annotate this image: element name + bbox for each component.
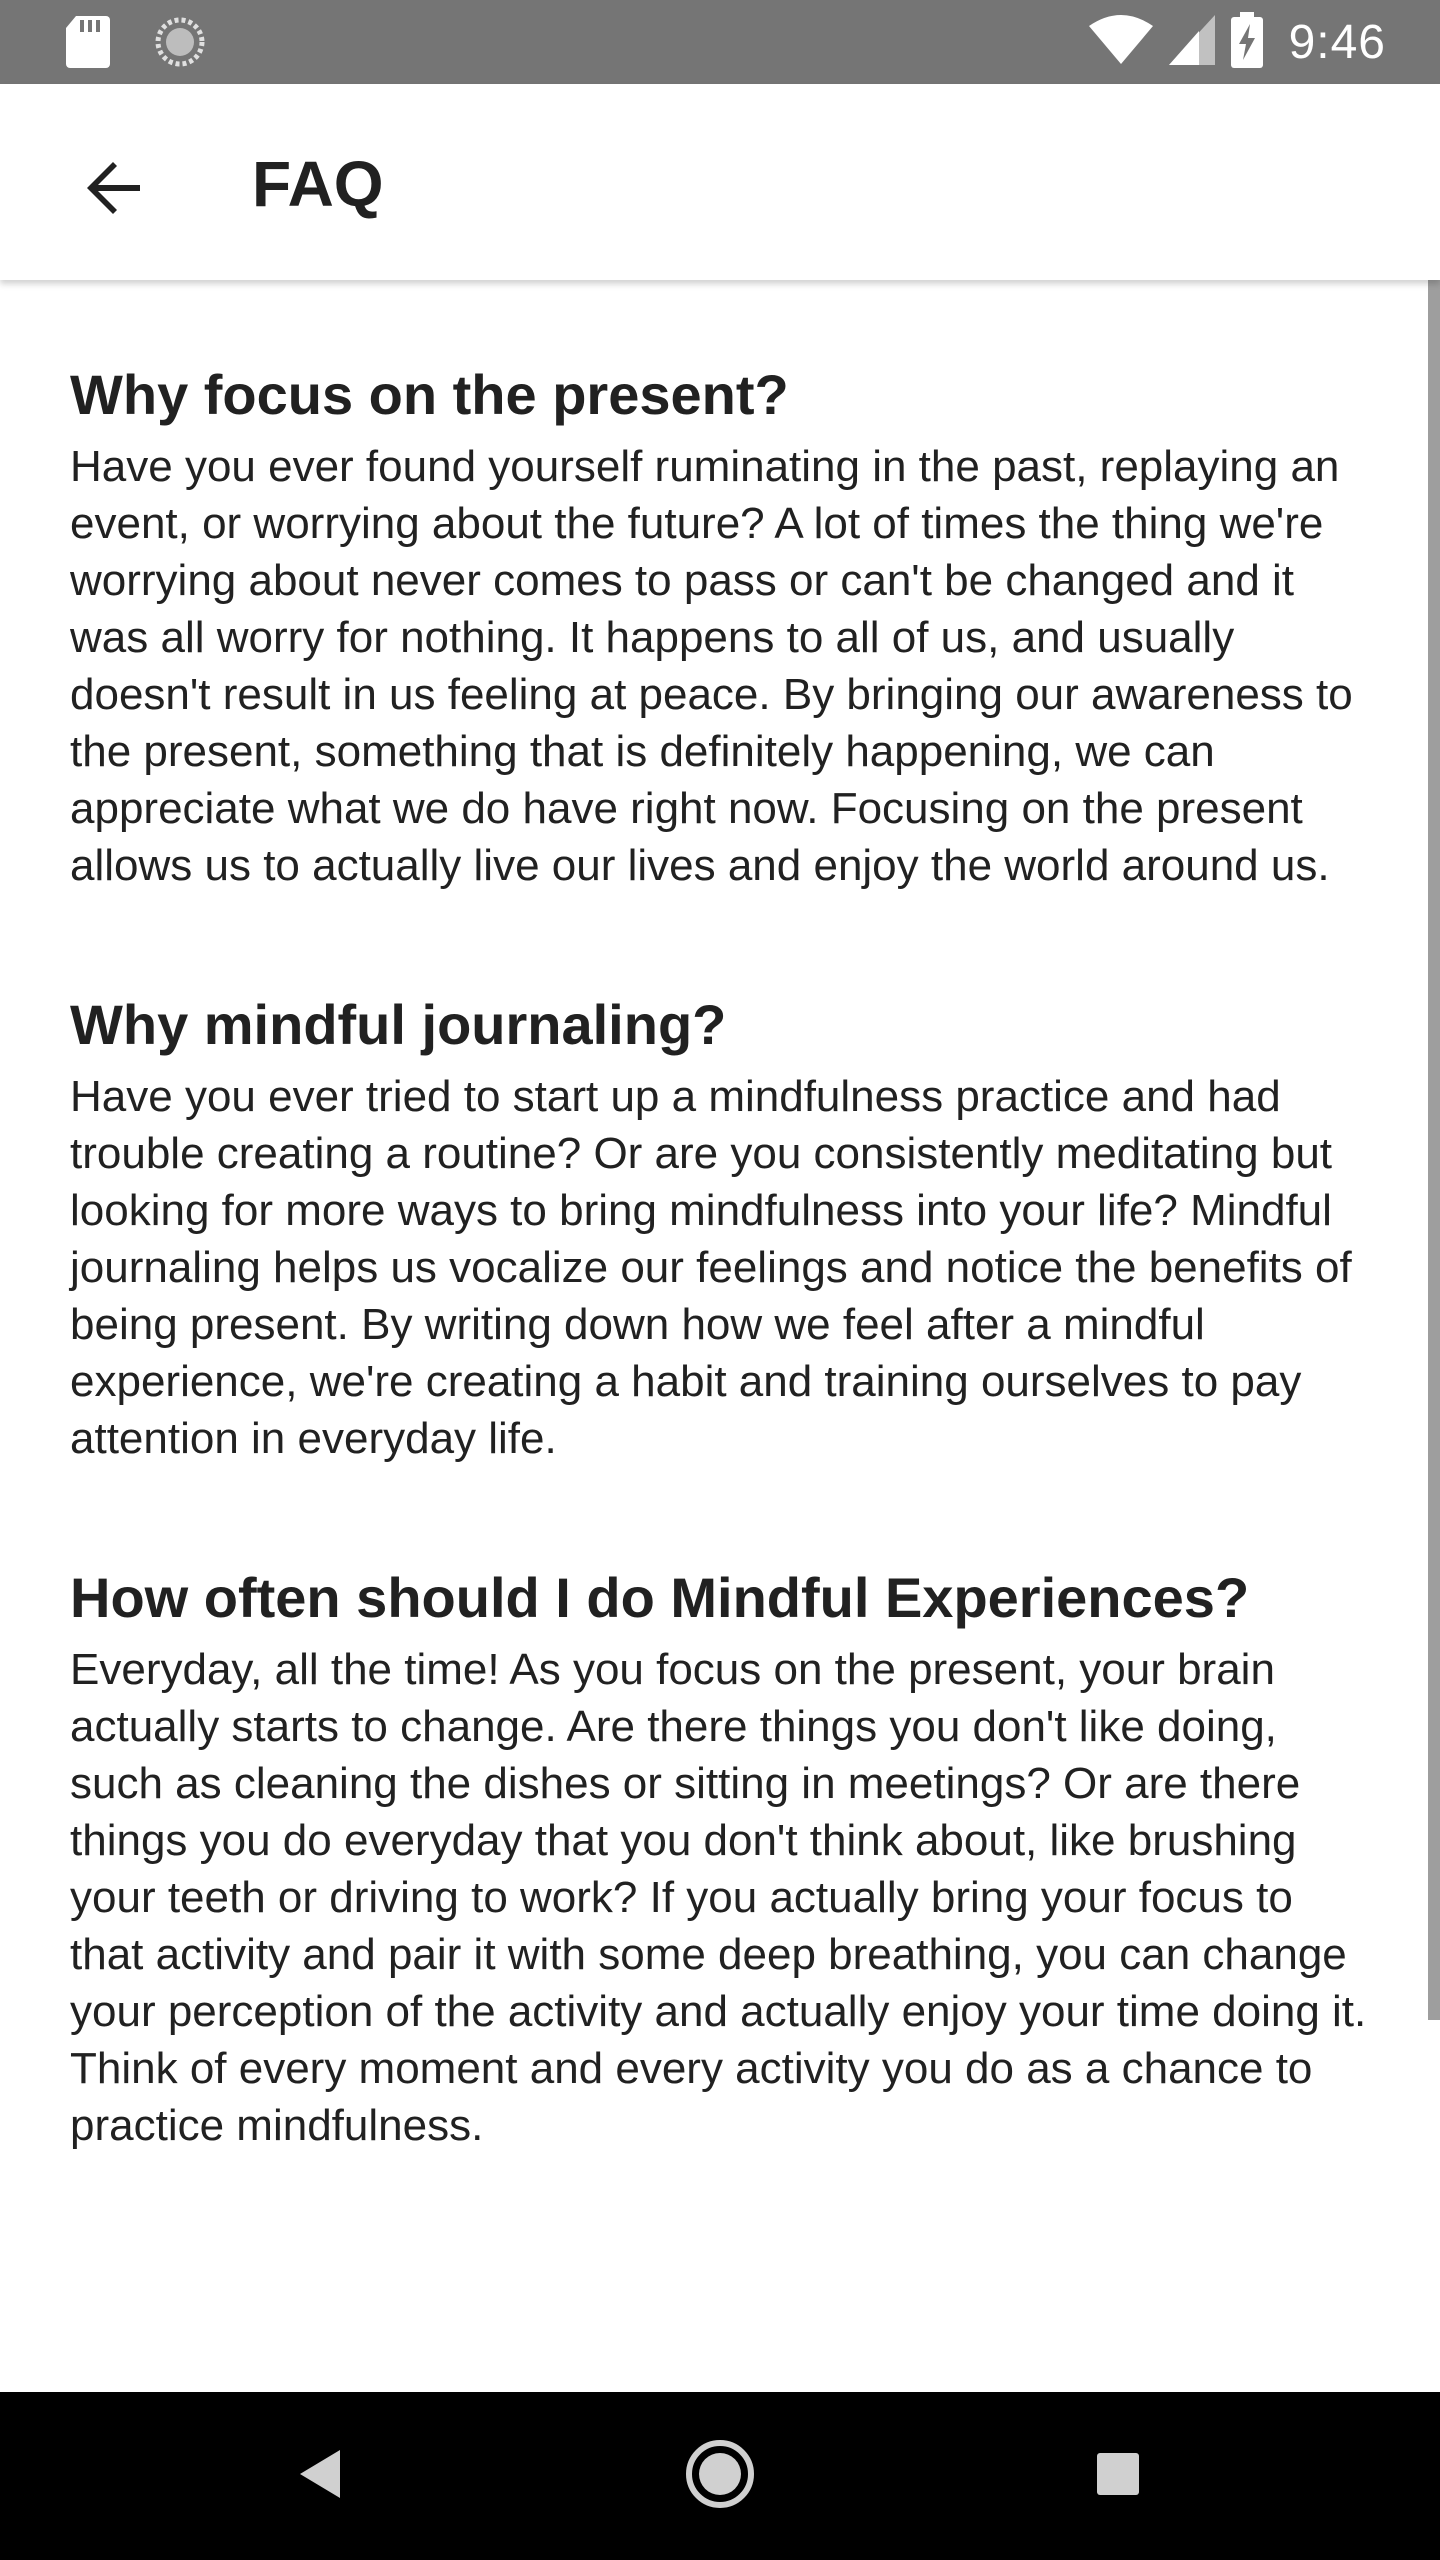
faq-item: Why focus on the present? Have you ever … <box>70 360 1370 894</box>
status-bar: 9:46 <box>0 0 1440 84</box>
nav-recents-button[interactable] <box>1078 2436 1158 2516</box>
status-left-icons <box>66 16 206 73</box>
faq-answer: Have you ever tried to start up a mindfu… <box>70 1072 1352 1463</box>
wifi-icon <box>1088 14 1153 71</box>
faq-item: How often should I do Mindful Experience… <box>70 1563 1370 2154</box>
page-title: FAQ <box>252 148 384 220</box>
nav-back-icon <box>296 2448 344 2505</box>
status-right-icons: 9:46 <box>1088 0 1386 84</box>
faq-question: Why mindful journaling? <box>70 993 727 1056</box>
nav-back-button[interactable] <box>280 2436 360 2516</box>
arrow-back-icon <box>84 158 144 223</box>
navigation-bar <box>0 2392 1440 2560</box>
sd-card-icon <box>66 16 110 73</box>
faq-question: How often should I do Mindful Experience… <box>70 1566 1250 1629</box>
app-bar: FAQ <box>0 84 1440 280</box>
faq-answer: Everyday, all the time! As you focus on … <box>70 1645 1367 2150</box>
back-button[interactable] <box>58 134 170 246</box>
faq-question: Why focus on the present? <box>70 363 789 426</box>
battery-charging-icon <box>1230 11 1263 73</box>
faq-content[interactable]: Why focus on the present? Have you ever … <box>0 280 1440 2392</box>
scrollbar[interactable] <box>1428 280 1440 2020</box>
nav-home-button[interactable] <box>680 2436 760 2516</box>
nav-home-icon <box>684 2438 756 2515</box>
faq-answer: Have you ever found yourself ruminating … <box>70 442 1353 890</box>
sync-icon <box>154 16 206 73</box>
nav-recents-icon <box>1095 2451 1141 2502</box>
signal-icon <box>1168 14 1215 70</box>
faq-item: Why mindful journaling? Have you ever tr… <box>70 990 1370 1467</box>
status-time: 9:46 <box>1288 15 1386 69</box>
faq-list: Why focus on the present? Have you ever … <box>70 360 1370 2250</box>
